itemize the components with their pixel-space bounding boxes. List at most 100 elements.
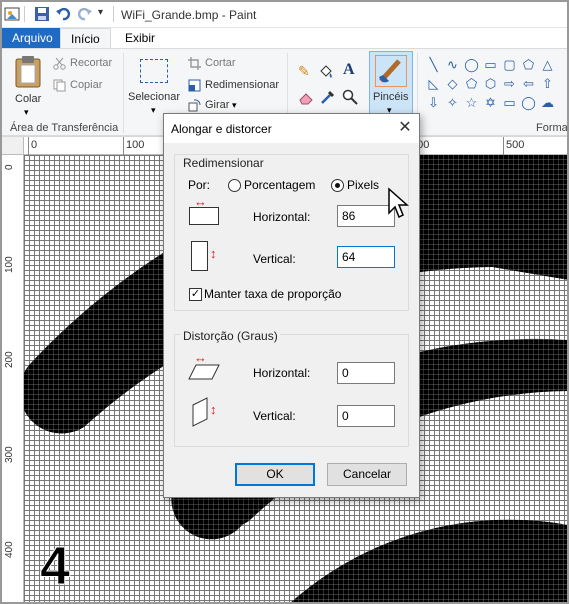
wifi-inner-arc xyxy=(289,519,569,604)
cut-icon xyxy=(53,57,66,70)
by-label: Por: xyxy=(188,178,211,192)
ruler-corner xyxy=(0,137,24,155)
skew-horizontal-input[interactable]: 0 xyxy=(337,362,395,384)
skew-horizontal-arrow-icon: ↔ xyxy=(194,350,207,365)
resize-icon xyxy=(188,79,201,92)
ruler-label: 100 xyxy=(126,139,145,151)
skew-vertical-icon xyxy=(192,397,208,427)
paste-icon[interactable] xyxy=(14,55,42,89)
polygon-shape-icon[interactable]: ⬠ xyxy=(519,57,538,73)
paste-dropdown-icon[interactable]: ▾ xyxy=(24,107,29,118)
ruler-label: 0 xyxy=(4,164,15,170)
ok-button[interactable]: OK xyxy=(235,463,315,486)
skew-section-title: Distorção (Graus) xyxy=(181,329,280,343)
horizontal-label: Horizontal: xyxy=(253,210,311,224)
percent-label[interactable]: Porcentagem xyxy=(244,178,315,192)
horizontal-resize-icon xyxy=(189,207,219,225)
diamond-shape-icon[interactable]: ◇ xyxy=(443,76,462,92)
five-star-shape-icon[interactable]: ☆ xyxy=(462,95,481,111)
eraser-icon[interactable] xyxy=(298,91,314,105)
vertical-arrow-icon: ↕ xyxy=(210,246,217,261)
skew-vertical-input[interactable]: 0 xyxy=(337,405,395,427)
callout-rect-shape-icon[interactable]: ▭ xyxy=(500,95,519,111)
stretch-skew-dialog: Alongar e distorcer ✕ Redimensionar Por:… xyxy=(163,113,420,498)
shapes-group-label: Forma xyxy=(536,122,568,134)
brushes-label: Pincéis xyxy=(373,91,409,103)
undo-icon[interactable] xyxy=(55,6,71,22)
ruler-label: 200 xyxy=(4,351,15,368)
maintain-aspect-label[interactable]: Manter taxa de proporção xyxy=(204,287,341,301)
shapes-gallery[interactable]: ╲ ∿ ◯ ▭ ▢ ⬠ △ ◺ ◇ ⬠ ⬡ ⇨ ⇦ ⇧ ⇩ ✧ ☆ ✡ ▭ ◯ … xyxy=(424,57,560,111)
separator xyxy=(113,6,114,22)
copy-icon xyxy=(53,79,66,92)
cancel-button[interactable]: Cancelar xyxy=(327,463,407,486)
resize-section-title: Redimensionar xyxy=(181,156,266,170)
vertical-label: Vertical: xyxy=(253,252,296,266)
oval-shape-icon[interactable]: ◯ xyxy=(462,57,481,73)
resize-button[interactable]: Redimensionar xyxy=(205,79,279,91)
ribbon-tabs: Arquivo Início Exibir xyxy=(0,28,569,48)
select-icon[interactable] xyxy=(140,59,168,83)
crop-icon xyxy=(188,57,201,70)
ruler-label: 500 xyxy=(506,139,525,151)
maintain-aspect-checkbox[interactable]: ✓ xyxy=(189,288,202,301)
save-icon[interactable] xyxy=(34,6,50,22)
callout-oval-shape-icon[interactable]: ◯ xyxy=(519,95,538,111)
skew-fieldset xyxy=(174,334,409,447)
right-arrow-shape-icon[interactable]: ⇨ xyxy=(500,76,519,92)
tab-view[interactable]: Exibir xyxy=(115,28,165,48)
left-arrow-shape-icon[interactable]: ⇦ xyxy=(519,76,538,92)
rectangle-shape-icon[interactable]: ▭ xyxy=(481,57,500,73)
right-triangle-shape-icon[interactable]: ◺ xyxy=(424,76,443,92)
mouse-cursor-icon xyxy=(388,187,409,219)
select-dropdown-icon[interactable]: ▾ xyxy=(151,105,156,116)
step-number: 4 xyxy=(39,536,71,597)
ruler-label: 100 xyxy=(4,256,15,273)
vertical-input[interactable]: 64 xyxy=(337,246,395,268)
paste-label[interactable]: Colar xyxy=(15,93,41,105)
callout-cloud-shape-icon[interactable]: ☁ xyxy=(538,95,557,111)
ruler-label: 0 xyxy=(31,139,38,151)
separator xyxy=(24,6,25,22)
up-arrow-shape-icon[interactable]: ⇧ xyxy=(538,76,557,92)
magnifier-icon[interactable] xyxy=(342,89,358,105)
six-star-shape-icon[interactable]: ✡ xyxy=(481,95,500,111)
group-separator xyxy=(123,53,124,133)
rotate-dropdown-icon[interactable]: ▾ xyxy=(232,100,237,111)
text-icon[interactable]: A xyxy=(343,61,355,79)
skew-vertical-label: Vertical: xyxy=(253,409,296,423)
close-icon[interactable]: ✕ xyxy=(396,119,414,137)
pixels-label[interactable]: Pixels xyxy=(347,178,379,192)
redo-icon[interactable] xyxy=(77,6,93,22)
tab-home[interactable]: Início xyxy=(60,28,111,48)
tab-file[interactable]: Arquivo xyxy=(2,28,63,48)
hexagon-shape-icon[interactable]: ⬡ xyxy=(481,76,500,92)
down-arrow-shape-icon[interactable]: ⇩ xyxy=(424,95,443,111)
pentagon-shape-icon[interactable]: ⬠ xyxy=(462,76,481,92)
window-title: WiFi_Grande.bmp - Paint xyxy=(121,8,257,22)
skew-horizontal-icon xyxy=(188,364,220,380)
triangle-shape-icon[interactable]: △ xyxy=(538,57,557,73)
skew-vertical-arrow-icon: ↕ xyxy=(210,402,217,417)
rounded-rect-shape-icon[interactable]: ▢ xyxy=(500,57,519,73)
vertical-ruler: 0 100 200 300 400 xyxy=(0,155,24,604)
rotate-button[interactable]: Girar xyxy=(205,99,229,111)
select-label[interactable]: Selecionar xyxy=(128,91,180,103)
percent-radio[interactable] xyxy=(228,179,241,192)
cut-button[interactable]: Recortar xyxy=(70,57,112,69)
color-picker-icon[interactable] xyxy=(320,89,336,105)
pixels-radio[interactable] xyxy=(331,179,344,192)
crop-button[interactable]: Cortar xyxy=(205,57,236,69)
pencil-icon[interactable]: ✎ xyxy=(298,63,310,80)
clipboard-group-label: Área de Transferência xyxy=(10,122,119,134)
dialog-title-bar: Alongar e distorcer xyxy=(164,114,419,143)
paint-app-icon xyxy=(4,7,20,21)
fill-icon[interactable] xyxy=(318,63,334,79)
four-star-shape-icon[interactable]: ✧ xyxy=(443,95,462,111)
curve-shape-icon[interactable]: ∿ xyxy=(443,57,462,73)
line-shape-icon[interactable]: ╲ xyxy=(424,57,443,73)
copy-button[interactable]: Copiar xyxy=(70,79,102,91)
customize-quick-access-icon[interactable]: ▾ xyxy=(98,7,103,18)
title-bar: ▾ WiFi_Grande.bmp - Paint xyxy=(0,0,569,28)
vertical-resize-icon xyxy=(191,241,208,271)
